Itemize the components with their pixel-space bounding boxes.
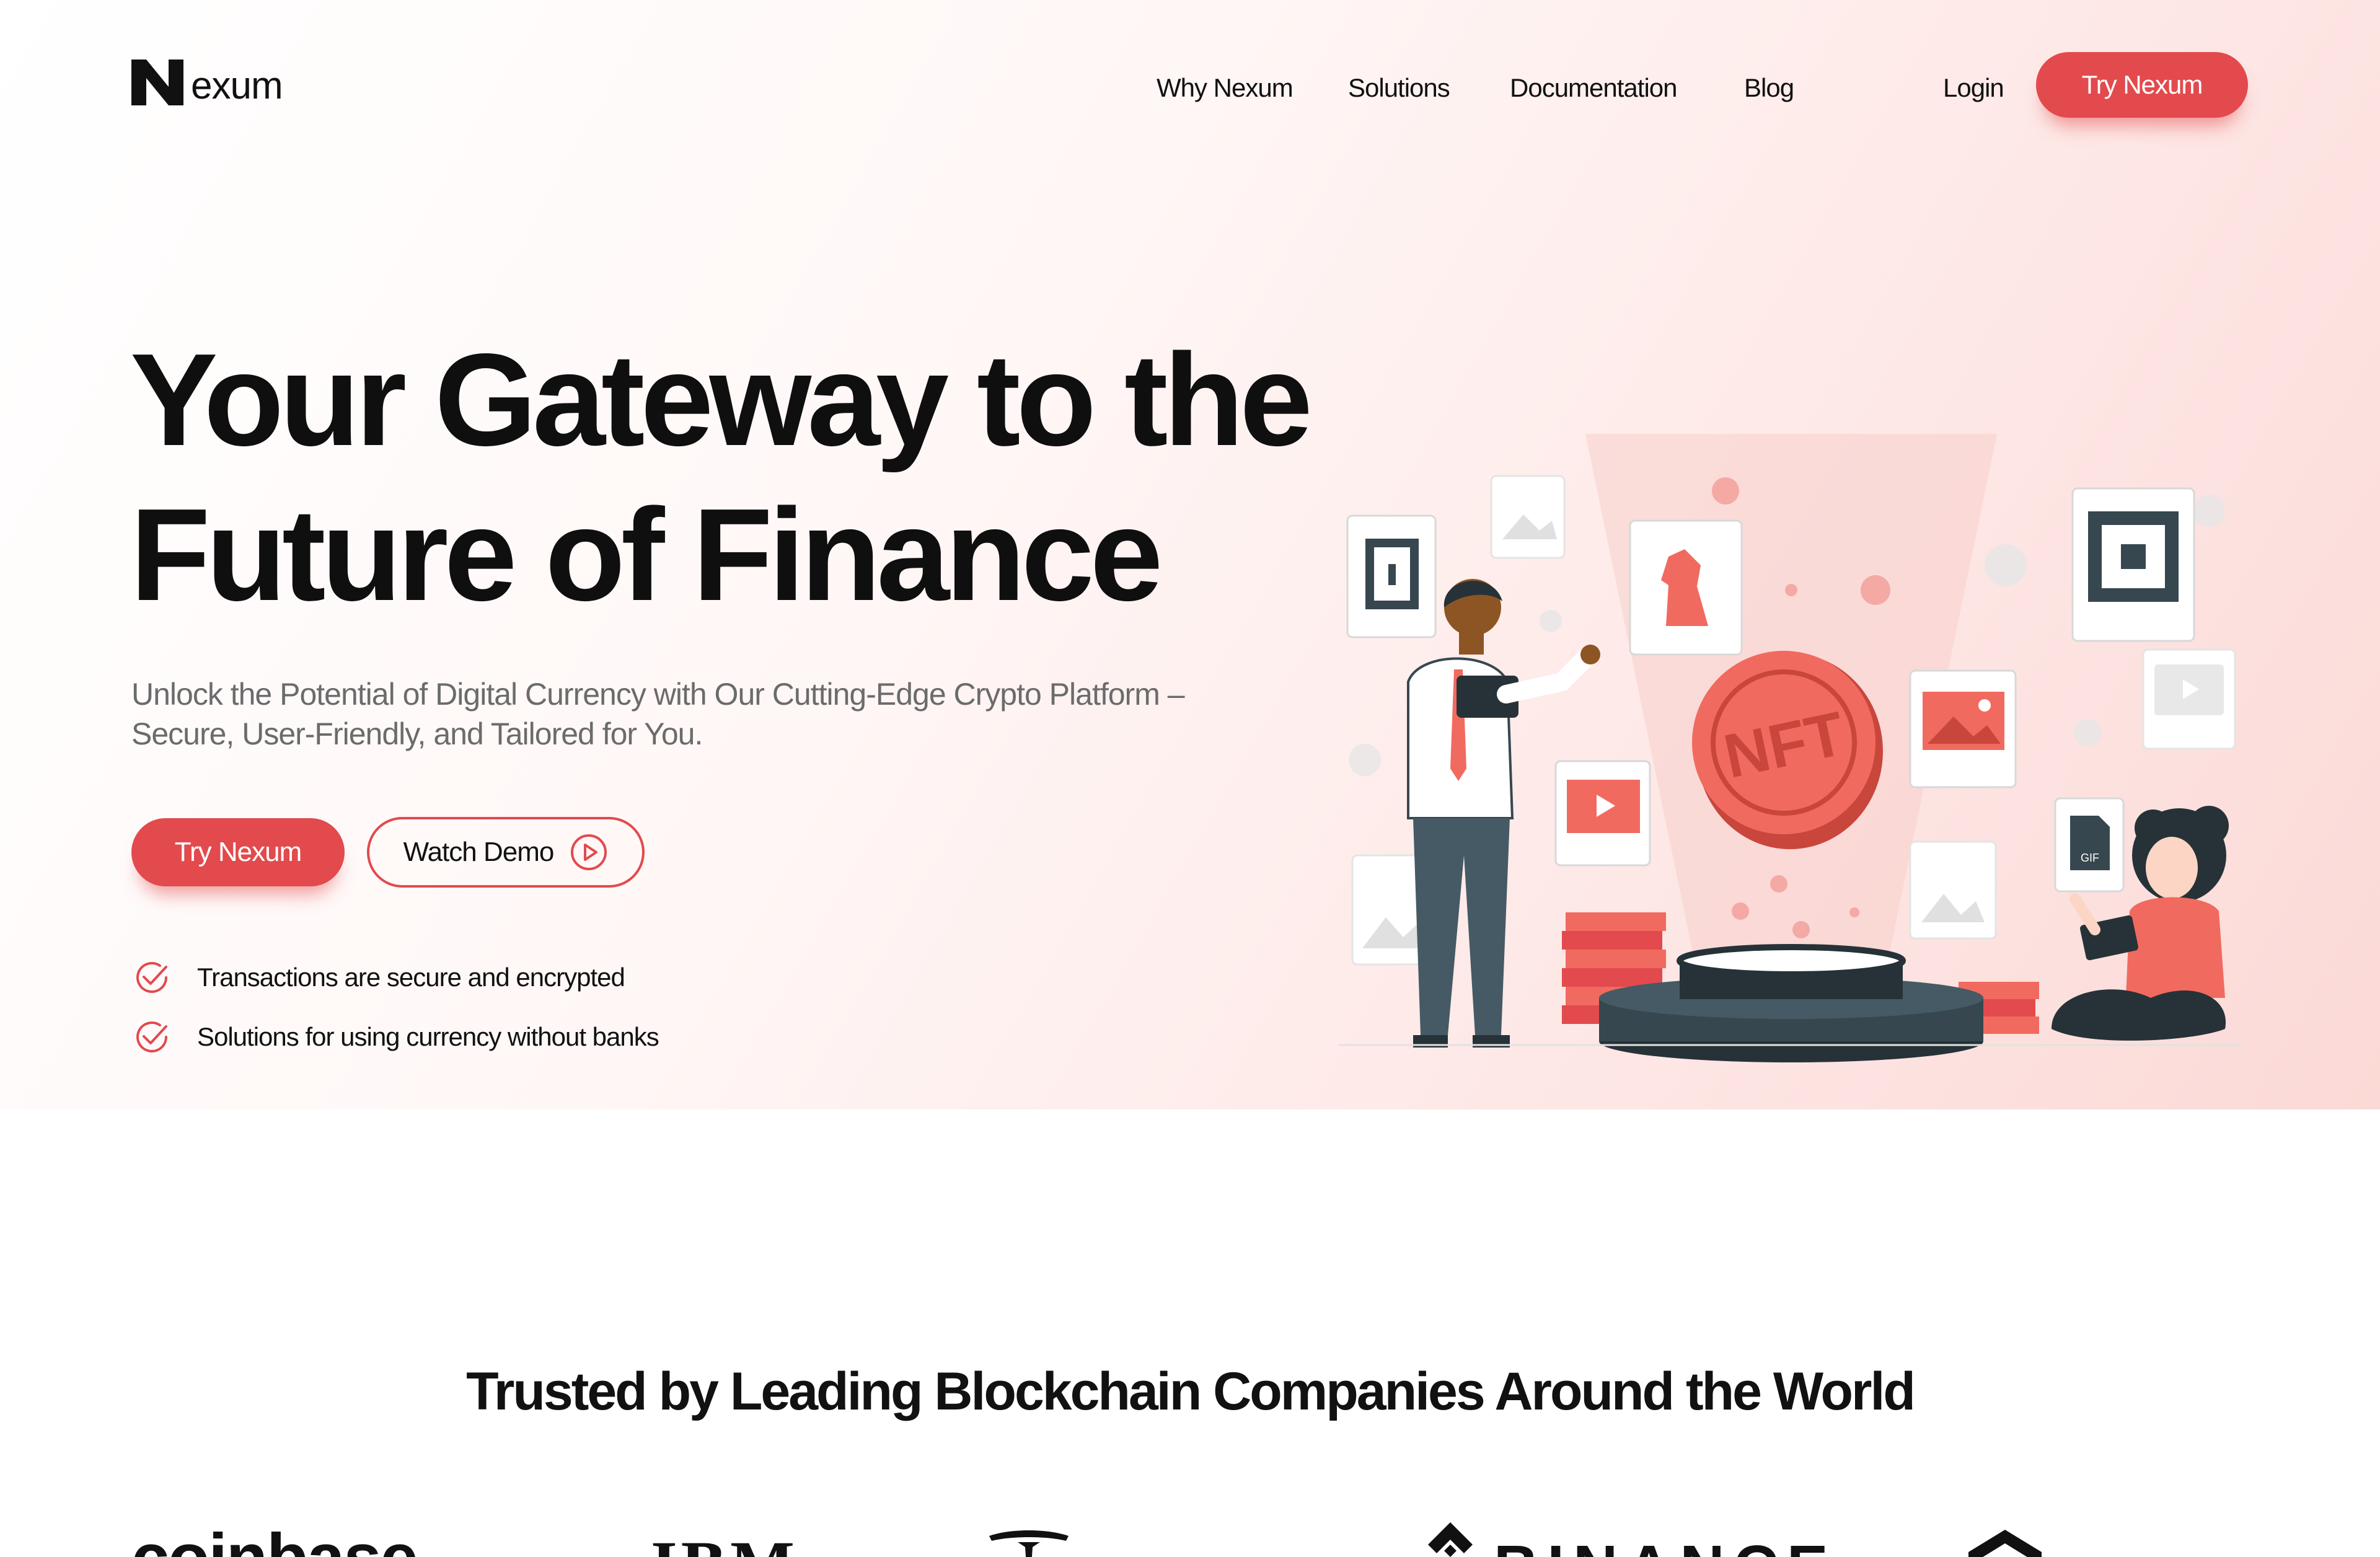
nexum-logo[interactable]: exum [131, 60, 283, 105]
nav-try-nexum-button[interactable]: Try Nexum [2036, 52, 2248, 118]
tesla-logo-icon [989, 1530, 1069, 1557]
check-circle-icon [136, 1021, 167, 1052]
brand-logos-row: coinbase IBM BINANCE [0, 1512, 2380, 1557]
nft-card-frame-left [1346, 514, 1437, 638]
play-circle-icon [571, 834, 607, 870]
gif-label: GIF [2081, 852, 2099, 864]
binance-logo: BINANCE [1426, 1520, 1837, 1557]
hero-subtext: Unlock the Potential of Digital Currency… [131, 677, 1185, 751]
nav-link-documentation[interactable]: Documentation [1510, 73, 1677, 103]
image-card-red [1909, 669, 2017, 788]
watch-demo-label: Watch Demo [403, 837, 555, 867]
gif-file-card: GIF [2054, 797, 2125, 893]
binance-wordmark: BINANCE [1494, 1532, 1837, 1557]
trusted-heading: Trusted by Leading Blockchain Companies … [466, 1362, 1916, 1421]
hero-try-nexum-button[interactable]: Try Nexum [131, 818, 345, 886]
check-circle-icon [136, 962, 167, 993]
login-link[interactable]: Login [1943, 73, 2004, 103]
feature-item: Transactions are secure and encrypted [131, 957, 625, 998]
chainlink-logo [1965, 1527, 2045, 1557]
nav-link-why-nexum[interactable]: Why Nexum [1157, 73, 1294, 103]
video-card-left [1554, 760, 1651, 867]
image-card-bottom-right [1909, 840, 1997, 940]
binance-mark-icon [1428, 1522, 1473, 1557]
headline-line-1: Your Gateway to the [130, 326, 1313, 473]
feature-item: Solutions for using currency without ban… [131, 1017, 659, 1057]
headline-line-2: Future of Finance [130, 481, 1163, 628]
qr-card-right [2071, 487, 2195, 642]
watch-demo-button[interactable]: Watch Demo [367, 817, 645, 888]
nav-link-solutions[interactable]: Solutions [1348, 73, 1450, 103]
coinbase-logo: coinbase [131, 1519, 418, 1557]
nft-hero-illustration: GIF NFT [1339, 434, 2244, 1062]
nav-link-blog[interactable]: Blog [1744, 73, 1794, 103]
chess-nft-card [1629, 519, 1743, 656]
video-card-right [2142, 648, 2236, 750]
chainlink-mark-icon [1968, 1530, 2042, 1557]
ibm-logo: IBM [651, 1526, 798, 1557]
feature-text: Solutions for using currency without ban… [197, 1022, 659, 1051]
nexum-logo-icon [131, 60, 183, 105]
logo-text: exum [191, 64, 283, 107]
image-card-top [1490, 475, 1566, 559]
top-nav: exum Why Nexum Solutions Documentation B… [0, 0, 2380, 161]
hero-headline: Your Gateway to the Future of Finance [130, 322, 1357, 632]
feature-text: Transactions are secure and encrypted [197, 963, 625, 992]
